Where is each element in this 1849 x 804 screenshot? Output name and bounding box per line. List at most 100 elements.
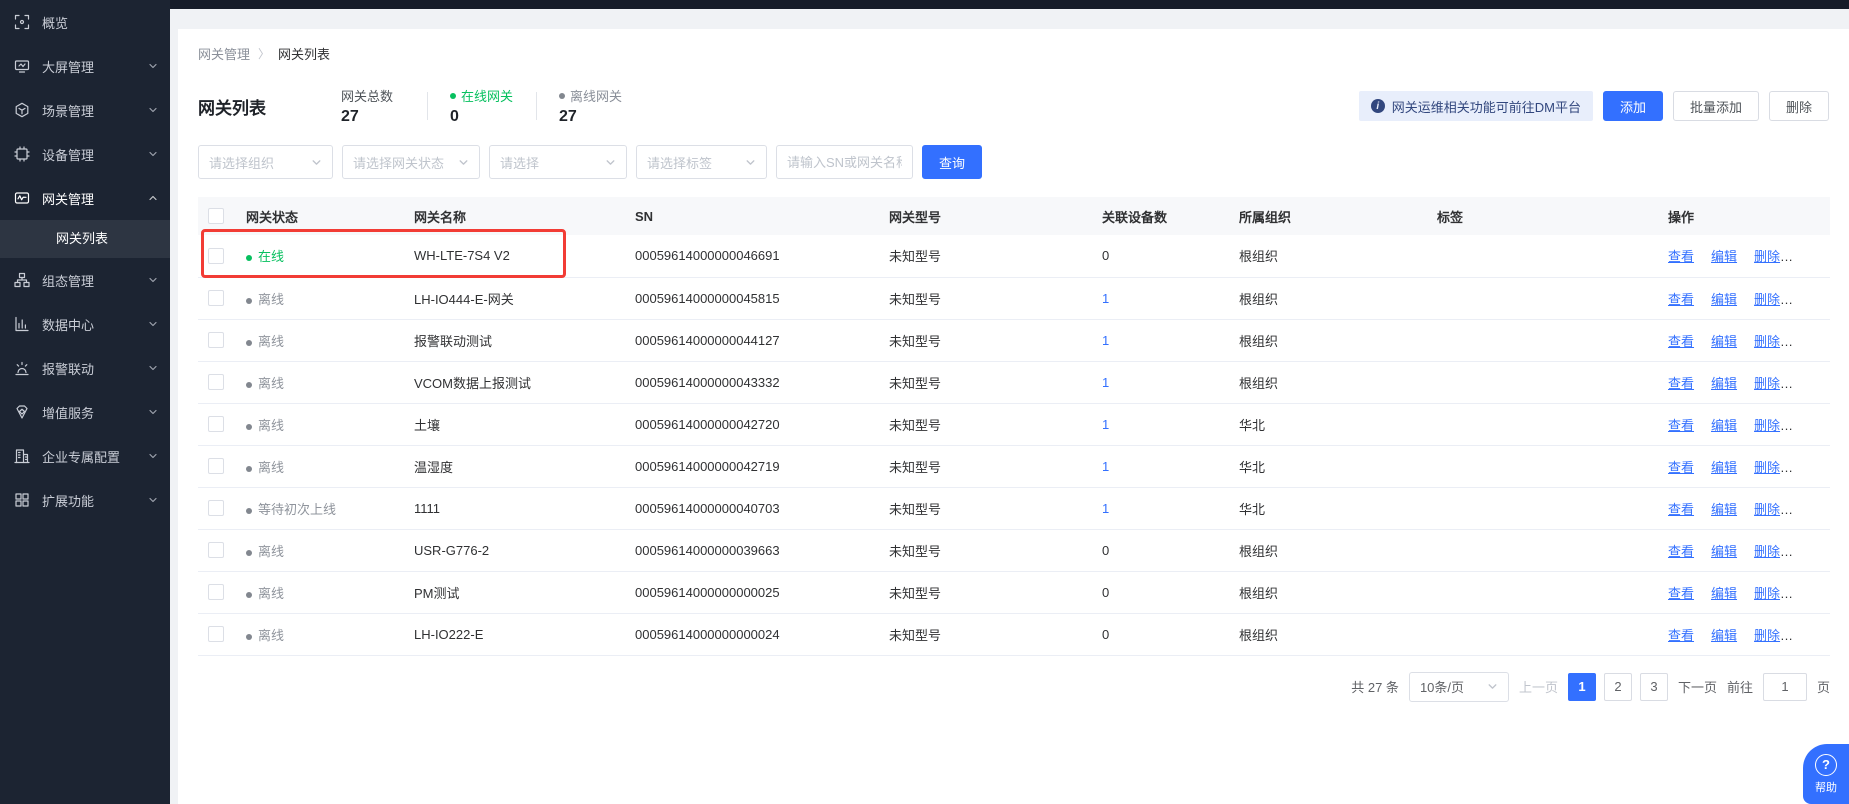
device-count[interactable]: 1 bbox=[1102, 459, 1109, 474]
delete-action[interactable]: 删除 bbox=[1754, 418, 1780, 433]
sn-search-input[interactable] bbox=[776, 145, 913, 179]
delete-action[interactable]: 删除 bbox=[1754, 460, 1780, 475]
more-action[interactable]: 更多 bbox=[1797, 334, 1823, 349]
table-row: 离线PM测试00059614000000000025未知型号0根组织查看编辑删除… bbox=[198, 571, 1830, 613]
query-button[interactable]: 查询 bbox=[922, 145, 982, 179]
model-select[interactable]: 请选择 bbox=[489, 145, 627, 179]
page-button-2[interactable]: 2 bbox=[1604, 673, 1632, 701]
sidebar-item-alarm[interactable]: 报警联动 bbox=[0, 346, 170, 390]
delete-action[interactable]: 删除 bbox=[1754, 292, 1780, 307]
help-label: 帮助 bbox=[1815, 779, 1837, 795]
tag-select[interactable]: 请选择标签 bbox=[636, 145, 767, 179]
row-checkbox[interactable] bbox=[208, 626, 224, 642]
view-action[interactable]: 查看 bbox=[1668, 334, 1694, 349]
sidebar-item-screen[interactable]: 大屏管理 bbox=[0, 44, 170, 88]
gateway-sn: 00059614000000043332 bbox=[623, 361, 877, 403]
view-action[interactable]: 查看 bbox=[1668, 418, 1694, 433]
device-count[interactable]: 1 bbox=[1102, 333, 1109, 348]
view-action[interactable]: 查看 bbox=[1668, 544, 1694, 559]
status-dot-icon bbox=[246, 634, 252, 640]
page-size-select[interactable]: 10条/页 bbox=[1409, 672, 1509, 702]
delete-button[interactable]: 删除 bbox=[1769, 91, 1829, 121]
edit-action[interactable]: 编辑 bbox=[1711, 249, 1737, 264]
more-action[interactable]: 更多 bbox=[1797, 249, 1823, 264]
gateway-name: 报警联动测试 bbox=[402, 319, 623, 361]
edit-action[interactable]: 编辑 bbox=[1711, 586, 1737, 601]
gateway-sn: 00059614000000045815 bbox=[623, 277, 877, 319]
view-action[interactable]: 查看 bbox=[1668, 502, 1694, 517]
next-page-button[interactable]: 下一页 bbox=[1678, 677, 1717, 696]
edit-action[interactable]: 编辑 bbox=[1711, 334, 1737, 349]
device-count[interactable]: 1 bbox=[1102, 417, 1109, 432]
delete-action[interactable]: 删除 bbox=[1754, 334, 1780, 349]
help-button[interactable]: ? 帮助 bbox=[1803, 744, 1849, 804]
edit-action[interactable]: 编辑 bbox=[1711, 460, 1737, 475]
edit-action[interactable]: 编辑 bbox=[1711, 418, 1737, 433]
page-button-1[interactable]: 1 bbox=[1568, 673, 1596, 701]
sidebar-item-enterprise[interactable]: 企业专属配置 bbox=[0, 434, 170, 478]
sidebar-item-device[interactable]: 设备管理 bbox=[0, 132, 170, 176]
sidebar-item-datacenter[interactable]: 数据中心 bbox=[0, 302, 170, 346]
sidebar-item-vas[interactable]: 增值服务 bbox=[0, 390, 170, 434]
gateway-status-cell: 离线 bbox=[234, 277, 402, 319]
sidebar-item-scene[interactable]: 场景管理 bbox=[0, 88, 170, 132]
row-checkbox[interactable] bbox=[208, 416, 224, 432]
sidebar-item-extension[interactable]: 扩展功能 bbox=[0, 478, 170, 522]
add-button[interactable]: 添加 bbox=[1603, 91, 1663, 121]
row-checkbox[interactable] bbox=[208, 332, 224, 348]
sidebar-item-configuration[interactable]: 组态管理 bbox=[0, 258, 170, 302]
row-checkbox[interactable] bbox=[208, 500, 224, 516]
sidebar-subitem-gateway-list[interactable]: 网关列表 bbox=[0, 220, 170, 258]
delete-action[interactable]: 删除 bbox=[1754, 628, 1780, 643]
view-action[interactable]: 查看 bbox=[1668, 249, 1694, 264]
extension-icon bbox=[14, 492, 30, 508]
edit-action[interactable]: 编辑 bbox=[1711, 292, 1737, 307]
delete-action[interactable]: 删除 bbox=[1754, 249, 1780, 264]
delete-action[interactable]: 删除 bbox=[1754, 502, 1780, 517]
prev-page-button[interactable]: 上一页 bbox=[1519, 677, 1558, 696]
goto-page-input[interactable] bbox=[1763, 673, 1807, 701]
delete-action[interactable]: 删除 bbox=[1754, 586, 1780, 601]
edit-action[interactable]: 编辑 bbox=[1711, 628, 1737, 643]
device-count[interactable]: 1 bbox=[1102, 375, 1109, 390]
row-checkbox[interactable] bbox=[208, 458, 224, 474]
row-checkbox[interactable] bbox=[208, 584, 224, 600]
batch-add-button[interactable]: 批量添加 bbox=[1673, 91, 1759, 121]
row-checkbox[interactable] bbox=[208, 542, 224, 558]
more-action[interactable]: 更多 bbox=[1797, 460, 1823, 475]
row-checkbox[interactable] bbox=[208, 290, 224, 306]
edit-action[interactable]: 编辑 bbox=[1711, 376, 1737, 391]
more-action[interactable]: 更多 bbox=[1797, 502, 1823, 517]
row-checkbox[interactable] bbox=[208, 248, 224, 264]
more-action[interactable]: 更多 bbox=[1797, 376, 1823, 391]
view-action[interactable]: 查看 bbox=[1668, 460, 1694, 475]
device-count[interactable]: 1 bbox=[1102, 291, 1109, 306]
edit-action[interactable]: 编辑 bbox=[1711, 544, 1737, 559]
stat-online-label: 在线网关 bbox=[450, 86, 514, 105]
sidebar-item-gateway[interactable]: 网关管理 bbox=[0, 176, 170, 220]
more-action[interactable]: 更多 bbox=[1797, 292, 1823, 307]
dm-platform-banner[interactable]: i 网关运维相关功能可前往DM平台 bbox=[1359, 91, 1593, 121]
breadcrumb-parent[interactable]: 网关管理 bbox=[198, 44, 250, 63]
sidebar-item-overview[interactable]: 概览 bbox=[0, 0, 170, 44]
more-action[interactable]: 更多 bbox=[1797, 544, 1823, 559]
view-action[interactable]: 查看 bbox=[1668, 628, 1694, 643]
page-button-3[interactable]: 3 bbox=[1640, 673, 1668, 701]
view-action[interactable]: 查看 bbox=[1668, 586, 1694, 601]
view-action[interactable]: 查看 bbox=[1668, 292, 1694, 307]
delete-action[interactable]: 删除 bbox=[1754, 376, 1780, 391]
chevron-down-icon bbox=[148, 495, 158, 505]
view-action[interactable]: 查看 bbox=[1668, 376, 1694, 391]
more-action[interactable]: 更多 bbox=[1797, 586, 1823, 601]
delete-action[interactable]: 删除 bbox=[1754, 544, 1780, 559]
edit-action[interactable]: 编辑 bbox=[1711, 502, 1737, 517]
row-checkbox[interactable] bbox=[208, 374, 224, 390]
gateway-status-select[interactable]: 请选择网关状态 bbox=[342, 145, 480, 179]
device-count[interactable]: 1 bbox=[1102, 501, 1109, 516]
gateway-sn: 00059614000000042719 bbox=[623, 445, 877, 487]
org-select[interactable]: 请选择组织 bbox=[198, 145, 333, 179]
gateway-status-placeholder: 请选择网关状态 bbox=[353, 153, 444, 172]
more-action[interactable]: 更多 bbox=[1797, 628, 1823, 643]
more-action[interactable]: 更多 bbox=[1797, 418, 1823, 433]
select-all-checkbox[interactable] bbox=[208, 208, 224, 224]
